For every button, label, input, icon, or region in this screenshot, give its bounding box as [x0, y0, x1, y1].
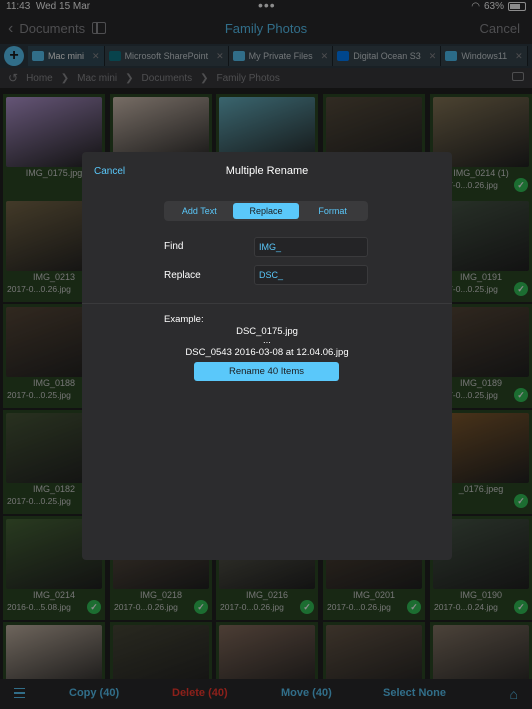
- find-label: Find: [164, 241, 184, 252]
- segment-format[interactable]: Format: [299, 203, 366, 219]
- modal-title: Multiple Rename: [225, 165, 309, 177]
- replace-label: Replace: [164, 270, 201, 281]
- example-last: DSC_0543 2016-03-08 at 12.04.06.jpg: [185, 347, 349, 358]
- segment-add-text[interactable]: Add Text: [166, 203, 233, 219]
- rename-mode-segmented-control: Add Text Replace Format: [164, 201, 368, 221]
- multiple-rename-dialog: Cancel Multiple Rename Add Text Replace …: [82, 152, 452, 560]
- segment-replace[interactable]: Replace: [232, 203, 300, 219]
- find-field[interactable]: IMG_: [254, 237, 368, 257]
- rename-items-button[interactable]: Rename 40 Items: [194, 362, 339, 381]
- replace-field[interactable]: DSC_: [254, 265, 368, 285]
- example-ellipsis: ...: [263, 335, 271, 346]
- example-label: Example:: [164, 314, 204, 325]
- divider: [82, 303, 452, 304]
